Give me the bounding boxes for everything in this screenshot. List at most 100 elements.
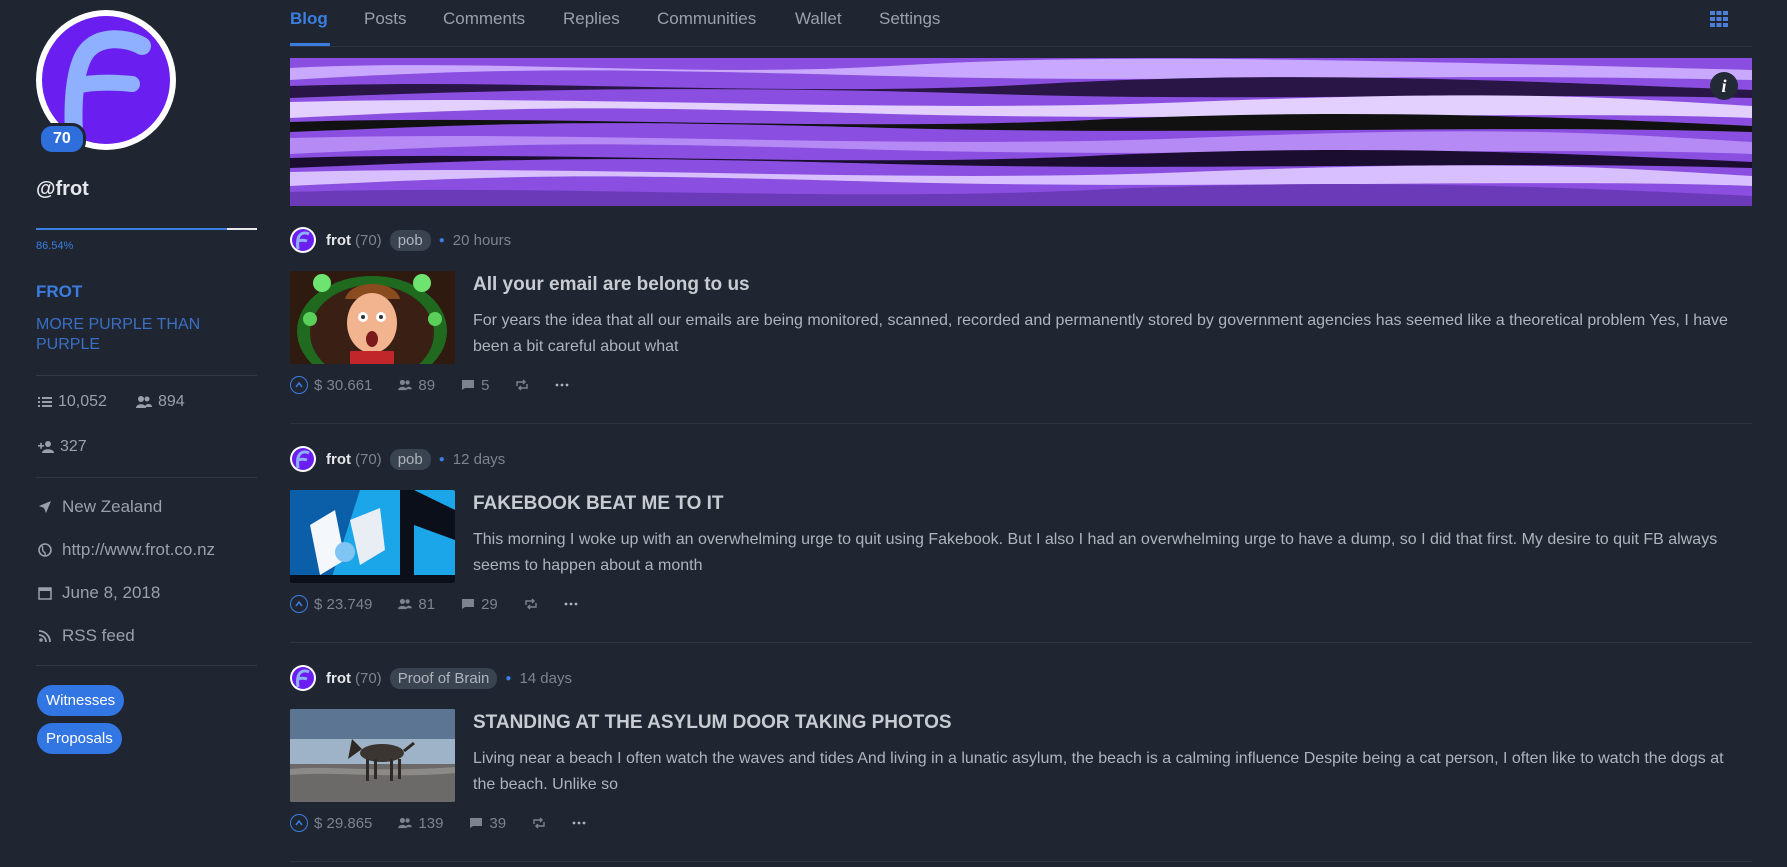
votes-count: 89: [418, 376, 436, 394]
tab-communities[interactable]: Communities: [657, 9, 756, 29]
following-stat[interactable]: 327: [38, 438, 87, 456]
post-divider: [290, 861, 1752, 862]
post-excerpt[interactable]: This morning I woke up with an overwhelm…: [473, 527, 1733, 579]
rss-feed-link[interactable]: RSS feed: [62, 626, 135, 646]
more-dots-icon: [564, 602, 578, 606]
post-title[interactable]: FAKEBOOK BEAT ME TO IT: [473, 493, 724, 515]
post-excerpt[interactable]: Living near a beach I often watch the wa…: [473, 746, 1733, 798]
votes-action[interactable]: 89: [398, 377, 435, 394]
post-actions: $ 23.749 81 29: [290, 595, 604, 613]
tab-comments[interactable]: Comments: [443, 9, 525, 29]
profile-display-name: FROT: [36, 282, 83, 301]
upvote-action[interactable]: $ 30.661: [290, 376, 372, 394]
more-options-button[interactable]: [564, 602, 578, 606]
avatar-f-logo-icon: [296, 231, 310, 250]
post-header: frot (70) pob ● 12 days: [290, 446, 505, 472]
following-count: 327: [60, 438, 87, 455]
votes-action[interactable]: 139: [398, 815, 443, 832]
cover-info-button[interactable]: i: [1710, 72, 1738, 100]
author-avatar[interactable]: [290, 665, 316, 691]
rss-icon: [38, 630, 51, 643]
globe-icon: [38, 543, 52, 557]
reblog-icon: [516, 379, 529, 391]
post-thumbnail[interactable]: [290, 490, 455, 583]
post-header: frot (70) pob ● 20 hours: [290, 227, 511, 253]
tab-replies[interactable]: Replies: [563, 9, 620, 29]
comment-icon: [462, 599, 475, 609]
website-link[interactable]: http://www.frot.co.nz: [62, 540, 215, 560]
website-row[interactable]: http://www.frot.co.nz: [38, 540, 215, 560]
post-actions: $ 30.661 89 5: [290, 376, 595, 394]
upvote-icon[interactable]: [290, 814, 308, 832]
author-avatar[interactable]: [290, 446, 316, 472]
calendar-icon: [38, 587, 52, 600]
community-tag[interactable]: pob: [389, 448, 431, 470]
author-reputation: (70): [355, 669, 382, 687]
reblog-action[interactable]: [524, 598, 538, 610]
post-thumbnail[interactable]: [290, 271, 455, 364]
post-title[interactable]: All your email are belong to us: [473, 274, 750, 296]
profile-avatar[interactable]: 70: [36, 10, 176, 155]
more-options-button[interactable]: [572, 821, 586, 825]
purple-waves-cover-icon: [290, 58, 1752, 206]
cover-image: i: [290, 58, 1752, 206]
post-thumbnail[interactable]: [290, 709, 455, 802]
payout-amount[interactable]: $ 29.865: [314, 815, 372, 832]
post-author[interactable]: frot: [326, 670, 351, 687]
voters-icon: [398, 817, 413, 829]
reblog-icon: [533, 817, 545, 829]
post-time[interactable]: 12 days: [453, 451, 506, 468]
post-author[interactable]: frot: [326, 451, 351, 468]
tab-settings[interactable]: Settings: [879, 9, 940, 29]
witnesses-button[interactable]: Witnesses: [37, 685, 125, 716]
tab-wallet[interactable]: Wallet: [795, 9, 842, 29]
post-divider: [290, 423, 1752, 424]
avatar-f-logo-icon: [296, 450, 310, 469]
followers-count: 894: [158, 393, 185, 410]
author-avatar[interactable]: [290, 227, 316, 253]
payout-amount[interactable]: $ 23.749: [314, 596, 372, 613]
tab-blog[interactable]: Blog: [290, 9, 328, 29]
upvote-icon[interactable]: [290, 376, 308, 394]
comments-action[interactable]: 29: [461, 596, 498, 613]
comment-icon: [470, 818, 483, 828]
comments-count: 5: [481, 376, 490, 394]
votes-action[interactable]: 81: [398, 596, 435, 613]
profile-tabs: Blog Posts Comments Replies Communities …: [290, 0, 1752, 47]
joined-row: June 8, 2018: [38, 583, 160, 603]
votes-count: 139: [418, 814, 444, 832]
post-excerpt[interactable]: For years the idea that all our emails a…: [473, 308, 1733, 360]
post-divider: [290, 642, 1752, 643]
upvote-action[interactable]: $ 23.749: [290, 595, 372, 613]
separator-dot: ●: [505, 672, 512, 684]
more-dots-icon: [556, 383, 569, 387]
proposals-button[interactable]: Proposals: [37, 723, 122, 754]
post-author[interactable]: frot: [326, 232, 351, 249]
grid-view-icon[interactable]: [1710, 11, 1728, 27]
location: New Zealand: [62, 497, 163, 516]
post-header: frot (70) Proof of Brain ● 14 days: [290, 665, 572, 691]
voters-icon: [398, 379, 413, 391]
community-tag[interactable]: Proof of Brain: [389, 667, 498, 689]
voting-power-percent: 86.54%: [36, 240, 74, 252]
more-options-button[interactable]: [555, 383, 569, 387]
posts-count-stat[interactable]: 10,052: [38, 393, 107, 411]
post-time[interactable]: 14 days: [519, 670, 572, 687]
reblog-action[interactable]: [515, 379, 529, 391]
post-time[interactable]: 20 hours: [453, 232, 511, 249]
post-title[interactable]: STANDING AT THE ASYLUM DOOR TAKING PHOTO…: [473, 712, 952, 734]
tab-posts[interactable]: Posts: [364, 9, 407, 29]
followers-stat[interactable]: 894: [136, 393, 185, 411]
comments-action[interactable]: 39: [469, 815, 506, 832]
rss-row[interactable]: RSS feed: [38, 626, 135, 646]
payout-amount[interactable]: $ 30.661: [314, 377, 372, 394]
upvote-action[interactable]: $ 29.865: [290, 814, 372, 832]
upvote-icon[interactable]: [290, 595, 308, 613]
community-tag[interactable]: pob: [389, 229, 431, 251]
location-arrow-icon: [39, 501, 51, 513]
comments-action[interactable]: 5: [461, 377, 489, 394]
reblog-action[interactable]: [532, 817, 546, 829]
separator-dot: ●: [438, 234, 445, 246]
profile-about: MORE PURPLE THAN PURPLE: [36, 316, 201, 353]
more-dots-icon: [572, 821, 586, 825]
